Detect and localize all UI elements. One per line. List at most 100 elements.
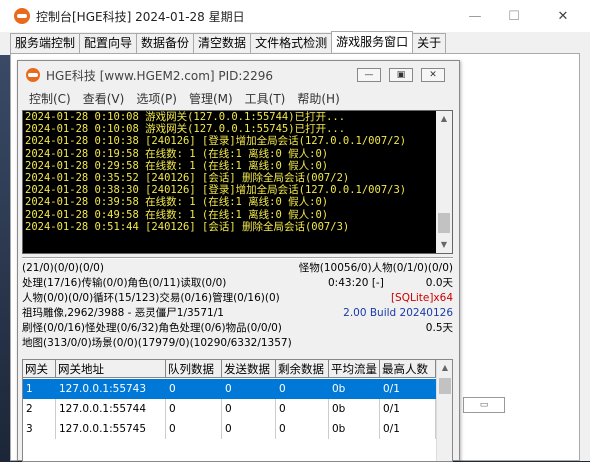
- tab-server-control[interactable]: 服务端控制: [10, 33, 81, 53]
- cell-traffic: 0b: [329, 399, 380, 419]
- monster-summary: 祖玛雕像,2962/3988 - 恶灵僵尸1/3571/1: [22, 307, 224, 319]
- cell-max-players: 0/1: [380, 399, 436, 419]
- status-row: 刷怪(0/0/16)怪处理(0/6/32)角色处理(0/6)物品(0/0/0) …: [22, 321, 453, 336]
- tab-data-backup[interactable]: 数据备份: [136, 33, 195, 53]
- log-scroll-thumb[interactable]: [438, 213, 450, 233]
- log-line: 2024-01-28 0:39:58 在线数: 1 (在线:1 离线:0 假人:…: [25, 196, 329, 209]
- inner-minimize-button[interactable]: —: [357, 68, 381, 82]
- tab-game-service-window[interactable]: 游戏服务窗口: [331, 31, 414, 52]
- column-header[interactable]: 最高人数: [380, 360, 436, 378]
- log-lines: 2024-01-28 0:10:08 游戏网关(127.0.0.1:55744)…: [25, 111, 437, 233]
- scroll-up-icon[interactable]: ▲: [436, 111, 452, 127]
- log-scrollbar[interactable]: ▲ ▼: [436, 111, 452, 253]
- cell-remaining: 0: [276, 399, 329, 419]
- cell-address: 127.0.0.1:55744: [56, 399, 166, 419]
- table-scroll-thumb[interactable]: [439, 378, 451, 394]
- log-line: 2024-01-28 0:29:58 在线数: 1 (在线:1 离线:0 假人:…: [25, 159, 329, 172]
- uptime-text: 0:43:20 [-]: [328, 277, 384, 289]
- build-version: 2.00 Build 20240126: [343, 307, 453, 319]
- uptime-days: 0.0天: [425, 277, 453, 289]
- maximize-button[interactable]: ☐: [491, 0, 537, 32]
- log-console[interactable]: 2024-01-28 0:10:08 游戏网关(127.0.0.1:55744)…: [22, 110, 453, 254]
- monster-player-counts: 怪物(10056/0)人物(0/1/0)(0/0): [298, 262, 453, 274]
- run-days: 0.5天: [425, 322, 453, 334]
- outer-title-bar: 控制台[HGE科技] 2024-01-28 星期日 — ☐ ✕: [0, 0, 590, 32]
- log-line: 2024-01-28 0:38:30 [240126] [登录]增加全局会话(1…: [25, 184, 407, 197]
- log-line: 2024-01-28 0:10:38 [240126] [登录]增加全局会话(1…: [25, 135, 407, 148]
- log-line: 2024-01-28 0:49:58 在线数: 1 (在线:1 离线:0 假人:…: [25, 208, 329, 221]
- app-logo-icon: [14, 8, 30, 24]
- connection-counts: (21/0)(0/0)(0/0): [22, 262, 104, 274]
- background-strip: [0, 55, 10, 461]
- map-stats: 地图(313/0/0)场景(0/0)(17979/0)(10290/6332/1…: [22, 337, 292, 349]
- menu-view[interactable]: 查看(V): [77, 90, 131, 108]
- hge-logo-icon: [26, 68, 40, 82]
- main-tab-bar: 服务端控制 配置向导 数据备份 清空数据 文件格式检测 游戏服务窗口 关于: [10, 31, 447, 53]
- table-row[interactable]: 2 127.0.0.1:55744 0 0 0 0b 0/1: [23, 399, 436, 419]
- cell-sent: 0: [222, 419, 276, 439]
- inner-close-button[interactable]: ✕: [421, 68, 445, 82]
- cell-queue: 0: [166, 399, 222, 419]
- inner-window-title: HGE科技 [www.HGEM2.com] PID:2296: [46, 68, 273, 83]
- cell-sent: 0: [225, 383, 232, 395]
- cell-sent: 0: [222, 399, 276, 419]
- player-loop-stats: 人物(0/0)(0/0)循环(15/123)交易(0/16)管理(0/16)(0…: [22, 292, 280, 304]
- table-row[interactable]: 3 127.0.0.1:55745 0 0 0 0b 0/1: [23, 419, 436, 439]
- processing-stats: 处理(17/16)传输(0/0)角色(0/11)读取(0/0): [22, 277, 227, 289]
- gateway-table[interactable]: 网关 网关地址 队列数据 发送数据 剩余数据 平均流量 最高人数 1 127.0…: [22, 359, 453, 462]
- menu-manage[interactable]: 管理(M): [183, 90, 239, 108]
- outer-window-title: 控制台[HGE科技] 2024-01-28 星期日: [36, 9, 245, 24]
- cell-max-players: 0/1: [380, 419, 436, 439]
- column-header[interactable]: 网关地址: [56, 360, 166, 378]
- cell-traffic: 0b: [329, 419, 380, 439]
- inner-menu-bar: 控制(C) 查看(V) 选项(P) 管理(M) 工具(T) 帮助(H): [23, 90, 346, 108]
- column-header[interactable]: 发送数据: [222, 360, 276, 378]
- tab-file-format-check[interactable]: 文件格式检测: [250, 33, 333, 53]
- control-console-window: 控制台[HGE科技] 2024-01-28 星期日 — ☐ ✕ 服务端控制 配置…: [0, 0, 590, 462]
- table-scrollbar[interactable]: ▲: [436, 360, 452, 461]
- status-row: 人物(0/0)(0/0)循环(15/123)交易(0/16)管理(0/16)(0…: [22, 291, 453, 306]
- game-server-window: HGE科技 [www.HGEM2.com] PID:2296 — ▣ ✕ 控制(…: [17, 60, 460, 462]
- menu-options[interactable]: 选项(P): [130, 90, 183, 108]
- cell-max-players: 0/1: [383, 383, 400, 395]
- cell-address: 127.0.0.1:55743: [59, 383, 147, 395]
- menu-help[interactable]: 帮助(H): [291, 90, 345, 108]
- log-line: 2024-01-28 0:10:08 游戏网关(127.0.0.1:55745)…: [25, 123, 346, 136]
- column-header[interactable]: 剩余数据: [276, 360, 329, 378]
- cell-remaining: 0: [279, 383, 286, 395]
- table-row[interactable]: 1 127.0.0.1:55743 0 0 0 0b 0/1: [23, 379, 436, 399]
- log-line: 2024-01-28 0:35:52 [240126] [会话] 删除全局会话(…: [25, 171, 350, 184]
- column-header[interactable]: 平均流量: [329, 360, 380, 378]
- inner-restore-button[interactable]: ▣: [389, 68, 413, 82]
- cell-queue: 0: [169, 383, 176, 395]
- divider: [22, 257, 453, 259]
- close-button[interactable]: ✕: [540, 0, 586, 32]
- log-line: 2024-01-28 0:19:58 在线数: 1 (在线:1 离线:0 假人:…: [25, 147, 329, 160]
- cell-gateway: 3: [23, 419, 56, 439]
- column-header[interactable]: 网关: [23, 360, 56, 378]
- status-row: 祖玛雕像,2962/3988 - 恶灵僵尸1/3571/1 2.00 Build…: [22, 306, 453, 321]
- tab-clear-data[interactable]: 清空数据: [193, 33, 252, 53]
- cell-queue: 0: [166, 419, 222, 439]
- scroll-up-icon[interactable]: ▲: [437, 360, 452, 376]
- cell-gateway: 1: [26, 383, 33, 395]
- tab-about[interactable]: 关于: [412, 33, 447, 53]
- cell-gateway: 2: [23, 399, 56, 419]
- status-row: 地图(313/0/0)场景(0/0)(17979/0)(10290/6332/1…: [22, 336, 453, 351]
- cell-traffic: 0b: [332, 383, 346, 395]
- spawn-stats: 刷怪(0/0/16)怪处理(0/6/32)角色处理(0/6)物品(0/0/0): [22, 322, 282, 334]
- log-line: 2024-01-28 0:10:08 游戏网关(127.0.0.1:55744)…: [25, 111, 346, 123]
- cell-address: 127.0.0.1:55745: [56, 419, 166, 439]
- log-line: 2024-01-28 0:51:44 [240126] [会话] 删除全局会话(…: [25, 220, 350, 233]
- inner-title-bar: HGE科技 [www.HGEM2.com] PID:2296 — ▣ ✕: [18, 61, 459, 89]
- column-header[interactable]: 队列数据: [166, 360, 222, 378]
- status-row: 处理(17/16)传输(0/0)角色(0/11)读取(0/0) 0:43:20 …: [22, 276, 453, 291]
- cell-remaining: 0: [276, 419, 329, 439]
- tab-config-wizard[interactable]: 配置向导: [79, 33, 138, 53]
- menu-tools[interactable]: 工具(T): [239, 90, 292, 108]
- menu-control[interactable]: 控制(C): [23, 90, 77, 108]
- database-badge: [SQLite]x64: [390, 292, 453, 304]
- panel-side-button[interactable]: ▭: [463, 397, 505, 413]
- status-row: (21/0)(0/0)(0/0) 怪物(10056/0)人物(0/1/0)(0/…: [22, 261, 453, 276]
- scroll-down-icon[interactable]: ▼: [436, 237, 452, 253]
